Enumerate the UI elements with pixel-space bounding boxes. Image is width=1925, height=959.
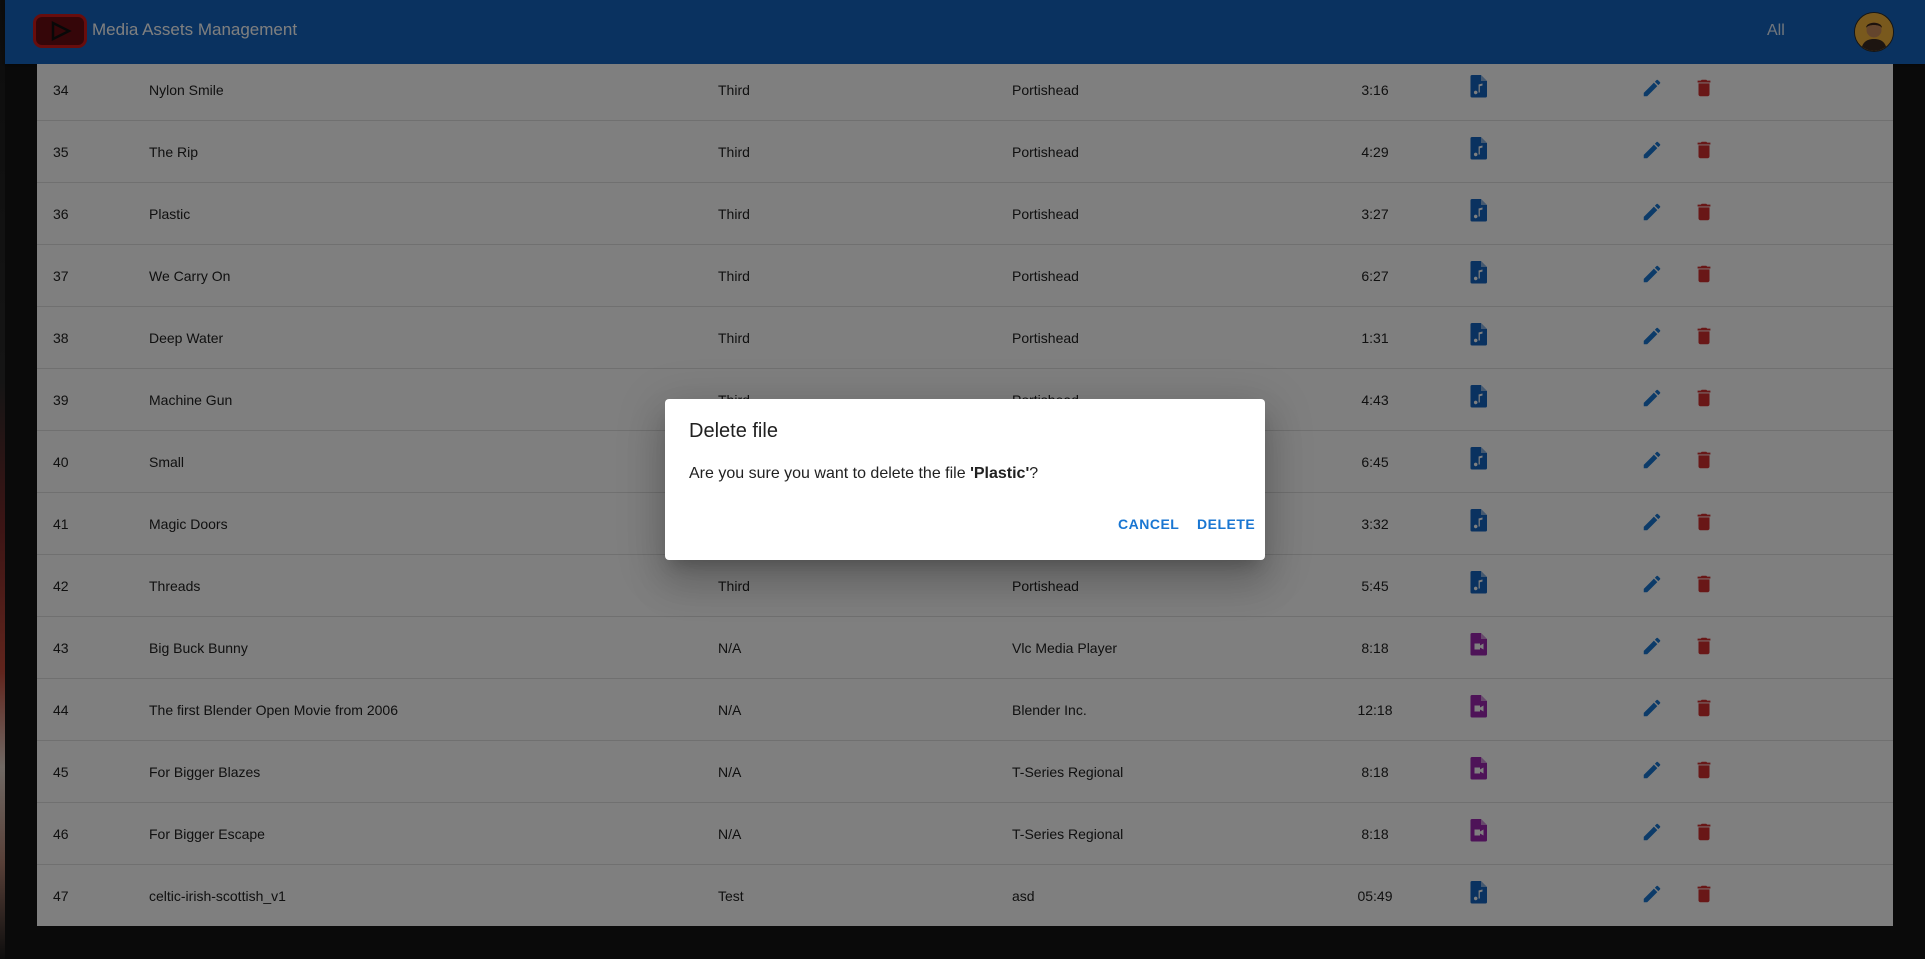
dialog-message-prefix: Are you sure you want to delete the file [689,465,971,482]
dialog-file-name: 'Plastic' [970,465,1030,482]
delete-file-dialog: Delete file Are you sure you want to del… [665,399,1265,560]
dialog-message-suffix: ? [1029,465,1039,482]
dialog-title: Delete file [689,420,778,442]
cancel-button[interactable]: CANCEL [1112,512,1185,536]
delete-button[interactable]: DELETE [1191,512,1261,536]
dialog-message: Are you sure you want to delete the file… [689,465,1038,483]
